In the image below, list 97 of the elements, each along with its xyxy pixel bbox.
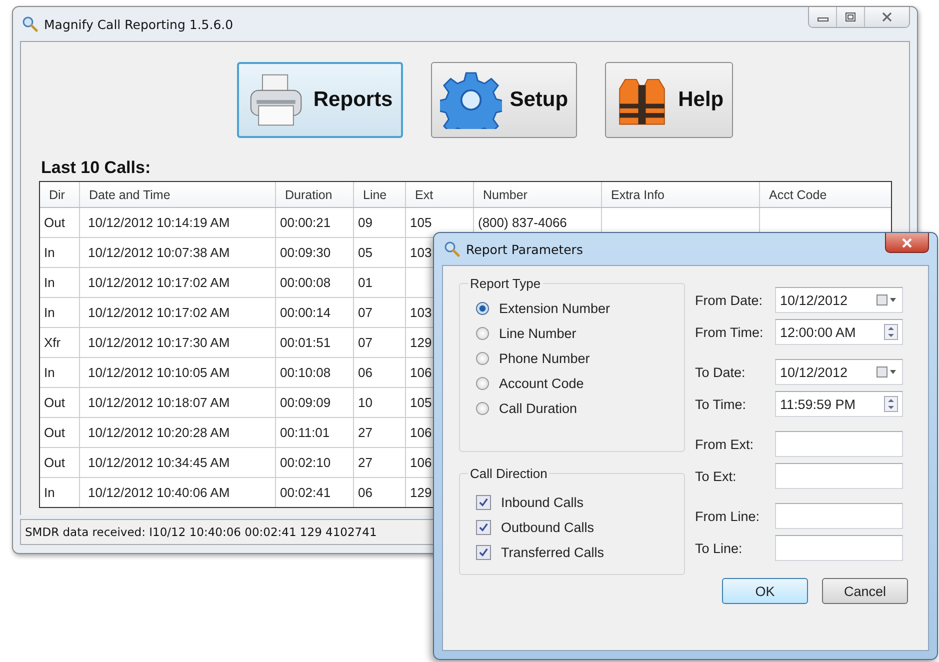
close-button[interactable] (865, 7, 909, 27)
column-header: Dir (40, 182, 80, 207)
window-title: Magnify Call Reporting 1.5.6.0 (44, 16, 234, 32)
table-cell: 05 (354, 238, 406, 267)
checkbox[interactable] (476, 545, 491, 560)
table-cell: 10/12/2012 10:17:02 AM (80, 268, 276, 297)
close-button[interactable] (885, 233, 929, 253)
column-header: Ext (406, 182, 474, 207)
checkbox[interactable] (476, 520, 491, 535)
table-cell: 10/12/2012 10:14:19 AM (80, 208, 276, 237)
input-field[interactable] (775, 431, 903, 457)
radio-button[interactable] (476, 352, 489, 365)
table-cell: 09 (354, 208, 406, 237)
close-icon (881, 12, 893, 22)
table-cell: 10/12/2012 10:18:07 AM (80, 388, 276, 417)
status-text: SMDR data received: I10/12 10:40:06 00:02:41 129 4102741 (25, 525, 377, 539)
dialog-button[interactable]: OK (722, 578, 808, 604)
checkbox[interactable] (476, 495, 491, 510)
maximize-button[interactable] (837, 7, 865, 27)
table-cell: 00:02:41 (276, 478, 354, 507)
minimize-button[interactable] (809, 7, 837, 27)
table-cell: 00:09:30 (276, 238, 354, 267)
table-cell: In (40, 358, 80, 387)
field-label: From Date: (695, 292, 764, 308)
table-cell: 00:00:08 (276, 268, 354, 297)
toolbar-button[interactable]: Help (605, 62, 733, 138)
column-header: Date and Time (80, 182, 276, 207)
column-header: Line (354, 182, 406, 207)
magnifier-icon (22, 16, 38, 32)
table-cell: 06 (354, 358, 406, 387)
table-cell: 00:02:10 (276, 448, 354, 477)
input-field[interactable] (775, 463, 903, 489)
column-header: Duration (276, 182, 354, 207)
magnifier-icon (444, 241, 460, 257)
table-cell: 10/12/2012 10:40:06 AM (80, 478, 276, 507)
table-cell: 10/12/2012 10:07:38 AM (80, 238, 276, 267)
maximize-icon (844, 12, 856, 22)
table-cell: In (40, 478, 80, 507)
checkbox-option[interactable]: Transferred Calls (470, 545, 676, 560)
table-cell: Xfr (40, 328, 80, 357)
radio-button[interactable] (476, 402, 489, 415)
table-cell: In (40, 268, 80, 297)
table-cell: 00:01:51 (276, 328, 354, 357)
calendar-dropdown-icon (876, 366, 898, 378)
group-title: Report Type (469, 276, 542, 291)
table-cell: In (40, 298, 80, 327)
table-cell: 07 (354, 328, 406, 357)
table-cell: Out (40, 448, 80, 477)
radio-button[interactable] (476, 302, 489, 315)
field-label: To Date: (695, 364, 746, 380)
field-label: From Line: (695, 508, 761, 524)
toolbar-button[interactable]: Setup (430, 62, 578, 138)
radio-button[interactable] (476, 327, 489, 340)
table-cell: 00:10:08 (276, 358, 354, 387)
input-field[interactable] (775, 535, 903, 561)
column-header: Number (474, 182, 602, 207)
table-cell: 00:00:21 (276, 208, 354, 237)
table-cell: 10/12/2012 10:17:02 AM (80, 298, 276, 327)
table-cell: Out (40, 418, 80, 447)
close-icon (901, 238, 913, 248)
table-cell: 06 (354, 478, 406, 507)
table-cell: 01 (354, 268, 406, 297)
time-field[interactable]: 11:59:59 PM (775, 391, 903, 417)
table-cell: 10/12/2012 10:20:28 AM (80, 418, 276, 447)
field-label: To Time: (695, 396, 748, 412)
table-cell: 07 (354, 298, 406, 327)
table-cell: Out (40, 208, 80, 237)
column-header: Acct Code (768, 186, 828, 204)
calendar-dropdown-icon (876, 294, 898, 306)
table-cell: 10/12/2012 10:34:45 AM (80, 448, 276, 477)
toolbar-button[interactable]: Reports (237, 62, 403, 138)
column-header: Extra Info (602, 182, 760, 207)
table-cell: 10/12/2012 10:17:30 AM (80, 328, 276, 357)
field-label: To Ext: (695, 468, 738, 484)
spinner-icon (884, 324, 898, 340)
checkbox-option[interactable]: Outbound Calls (470, 520, 676, 535)
time-field[interactable]: 12:00:00 AM (775, 319, 903, 345)
dialog-button[interactable]: Cancel (822, 578, 908, 604)
table-cell: In (40, 238, 80, 267)
table-cell: 00:11:01 (276, 418, 354, 447)
date-field[interactable]: 10/12/2012 (775, 287, 903, 313)
field-label: From Time: (695, 324, 764, 340)
table-cell: 10 (354, 388, 406, 417)
table-cell: 10/12/2012 10:10:05 AM (80, 358, 276, 387)
table-cell: 27 (354, 418, 406, 447)
date-field[interactable]: 10/12/2012 (775, 359, 903, 385)
table-cell: 27 (354, 448, 406, 477)
radio-button[interactable] (476, 377, 489, 390)
section-title: Last 10 Calls: (41, 158, 152, 178)
field-label: To Line: (695, 540, 744, 556)
spinner-icon (884, 396, 898, 412)
table-cell: Out (40, 388, 80, 417)
table-cell: 00:00:14 (276, 298, 354, 327)
field-label: From Ext: (695, 436, 755, 452)
input-field[interactable] (775, 503, 903, 529)
gear-icon (440, 71, 502, 129)
table-cell: 00:09:09 (276, 388, 354, 417)
